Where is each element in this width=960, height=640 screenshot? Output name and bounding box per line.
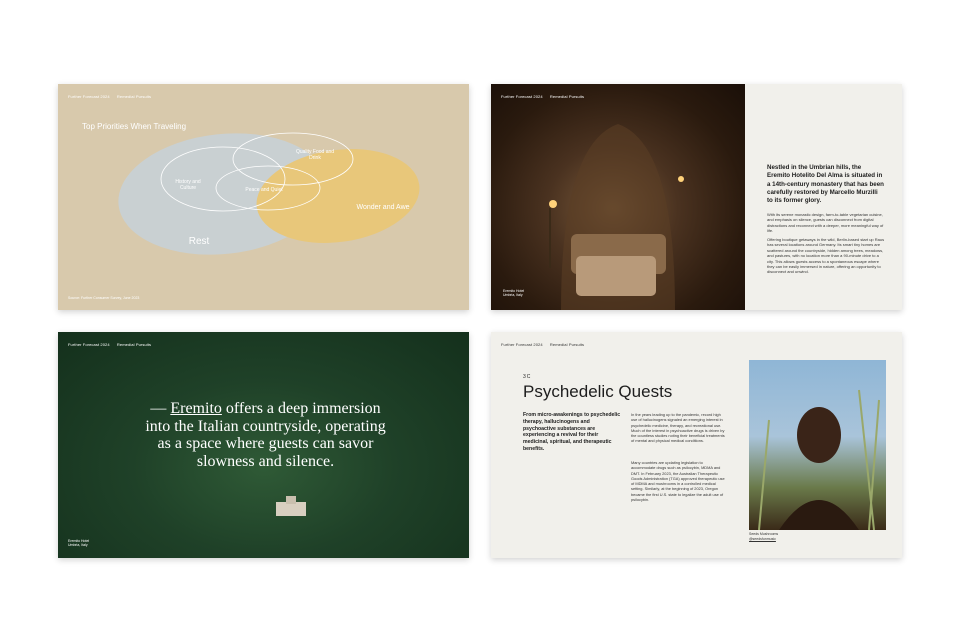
header-section: Remedial Pursuits [116, 342, 152, 347]
quote-dash: — [150, 400, 171, 417]
header-section: Remedial Pursuits [549, 94, 585, 99]
body-paragraph-1: With its serene monastic design, farm-to… [767, 212, 884, 234]
section-title: Psychedelic Quests [523, 382, 673, 401]
caption-title: Seeds Mushrooms [749, 532, 779, 536]
photo-caption: Eremito Hotel Umbria, Italy [503, 289, 524, 298]
body-paragraph-2: Offering boutique getaways in the wild, … [767, 237, 885, 275]
label-wonder: Wonder and Awe [356, 204, 410, 211]
header-brand: Further Forecast 2024 [68, 342, 110, 347]
slide-eremito-quote: Further Forecast 2024 Remedial Pursuits … [58, 332, 469, 558]
slide-header: Further Forecast 2024 Remedial Pursuits [501, 342, 590, 347]
slide-psychedelic-quests: Further Forecast 2024 Remedial Pursuits … [491, 332, 902, 558]
photo-caption: Seeds Mushrooms @seedsfunmusic [749, 532, 778, 541]
quote-link-eremito[interactable]: Eremito [170, 400, 222, 417]
body-paragraph-2: Many countries are updating legislation … [631, 460, 725, 502]
portrait-illustration [758, 389, 880, 531]
cave-room-photo [491, 84, 745, 310]
slide-header: Further Forecast 2024 Remedial Pursuits [68, 342, 157, 347]
label-food: Quality Food and Drink [295, 149, 335, 161]
label-history: History and Culture [175, 179, 201, 191]
lead-paragraph: Nestled in the Umbrian hills, the Eremit… [767, 164, 884, 205]
slide-eremito-hotel: Further Forecast 2024 Remedial Pursuits … [491, 84, 902, 310]
intro-paragraph: From micro-awakenings to psychedelic the… [523, 412, 621, 452]
header-brand: Further Forecast 2024 [501, 94, 543, 99]
cave-room-illustration [549, 124, 684, 310]
header-section: Remedial Pursuits [549, 342, 585, 347]
section-number: 3C [523, 374, 532, 380]
chart-footnote: Source: Further Consumer Survey, June 20… [68, 296, 140, 300]
portrait-photo [749, 360, 886, 531]
slide-travel-priorities: Further Forecast 2024 Remedial Pursuits … [58, 84, 469, 310]
photo-caption: Eremito Hotel Umbria, Italy [68, 539, 89, 548]
caption-location: Umbria, Italy [503, 293, 523, 298]
header-brand: Further Forecast 2024 [501, 342, 543, 347]
caption-handle: @seedsfunmusic [749, 536, 776, 541]
slide-header: Further Forecast 2024 Remedial Pursuits [501, 94, 590, 99]
pull-quote: — Eremito offers a deep immersion into t… [138, 400, 393, 470]
label-peace: Peace and Quiet [245, 187, 283, 193]
venn-diagram [118, 132, 420, 255]
label-rest: Rest [188, 236, 210, 247]
body-paragraph-1: In the years leading up to the pandemic,… [631, 412, 725, 444]
caption-location: Umbria, Italy [68, 543, 88, 548]
